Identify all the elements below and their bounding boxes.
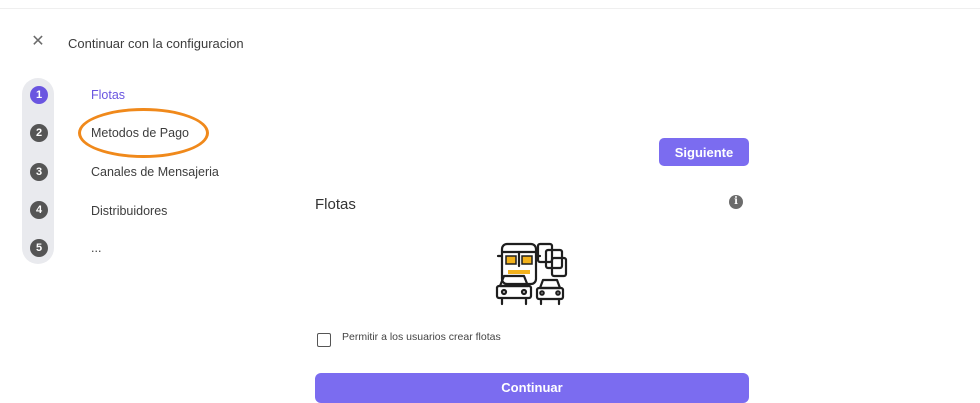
step-5-number[interactable]: 5 [30,239,48,257]
step-1-label[interactable]: Flotas [91,88,125,102]
step-2-number[interactable]: 2 [30,124,48,142]
allow-users-create-fleets-label: Permitir a los usuarios crear flotas [342,331,501,343]
next-button[interactable]: Siguiente [659,138,749,166]
step-3-number[interactable]: 3 [30,163,48,181]
highlight-ring [78,108,209,158]
step-3-label[interactable]: Canales de Mensajeria [91,165,219,179]
allow-users-create-fleets-checkbox[interactable] [317,333,331,347]
panel-title: Flotas [315,196,356,213]
step-5-label[interactable]: ... [91,241,101,255]
page-title: Continuar con la configuracion [68,36,244,51]
step-4-label[interactable]: Distribuidores [91,204,167,218]
continue-button[interactable]: Continuar [315,373,749,403]
info-icon[interactable]: i [729,195,743,209]
step-4-number[interactable]: 4 [30,201,48,219]
close-icon[interactable]: ✕ [30,34,46,50]
fleet-vehicles-icon [495,242,568,306]
top-border [0,0,980,9]
step-1-number[interactable]: 1 [30,86,48,104]
